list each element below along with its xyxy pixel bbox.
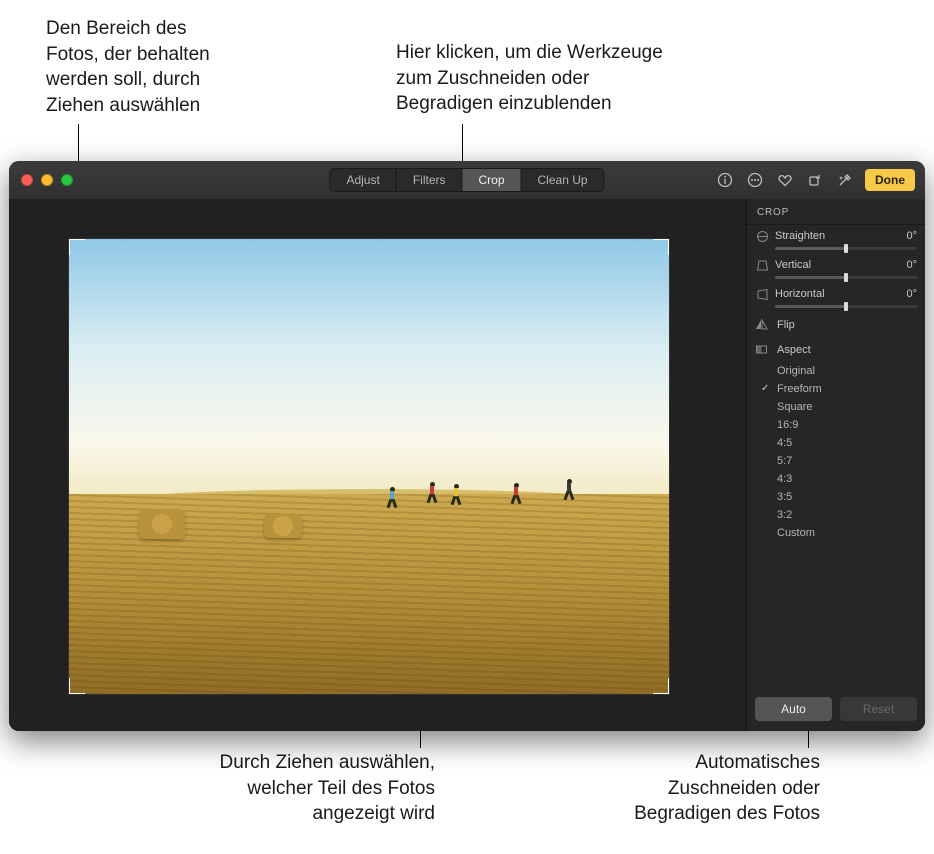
callout-bottom-left: Durch Ziehen auswählen, welcher Teil des… — [155, 750, 435, 827]
auto-crop-button[interactable]: Auto — [755, 697, 832, 721]
aspect-icon — [755, 343, 769, 356]
aspect-label: Aspect — [777, 344, 811, 356]
aspect-option[interactable]: Custom — [777, 524, 925, 542]
rotate-icon[interactable] — [805, 170, 825, 190]
aspect-option[interactable]: 16:9 — [777, 416, 925, 434]
crop-sidebar: CROP Straighten 0° Vertical 0° — [746, 199, 925, 731]
crop-handle-bottom-left[interactable] — [69, 678, 85, 694]
callout-top-left: Den Bereich des Fotos, der behalten werd… — [46, 16, 306, 119]
horizontal-value: 0° — [889, 288, 917, 300]
flip-label: Flip — [777, 319, 795, 331]
crop-handle-top-left[interactable] — [69, 239, 85, 255]
flip-icon — [755, 318, 769, 331]
sidebar-title: CROP — [747, 199, 925, 225]
edit-mode-tabs: Adjust Filters Crop Clean Up — [329, 168, 604, 192]
aspect-option[interactable]: Square — [777, 398, 925, 416]
auto-enhance-icon[interactable] — [835, 170, 855, 190]
titlebar: Adjust Filters Crop Clean Up — [9, 161, 925, 200]
photo-haybale — [264, 514, 302, 538]
photo-figure — [451, 484, 461, 506]
straighten-label: Straighten — [775, 230, 883, 242]
tab-filters[interactable]: Filters — [397, 169, 463, 191]
vertical-perspective-icon — [755, 258, 769, 272]
toolbar-right: Done — [715, 169, 915, 191]
horizontal-slider-row[interactable]: Horizontal 0° — [747, 283, 925, 305]
flip-button[interactable]: Flip — [747, 312, 925, 337]
photo-sky — [69, 239, 669, 512]
tab-cleanup[interactable]: Clean Up — [522, 169, 604, 191]
zoom-window-button[interactable] — [61, 174, 73, 186]
straighten-icon — [755, 229, 769, 243]
photo-haybale — [139, 509, 185, 539]
more-icon[interactable] — [745, 170, 765, 190]
sidebar-footer: Auto Reset — [755, 697, 917, 721]
callout-bottom-right: Automatisches Zuschneiden oder Begradige… — [590, 750, 820, 827]
crop-handle-bottom-right[interactable] — [653, 678, 669, 694]
aspect-option[interactable]: 3:2 — [777, 506, 925, 524]
photo-figure — [427, 482, 437, 504]
aspect-option[interactable]: Original — [777, 362, 925, 380]
aspect-option[interactable]: 3:5 — [777, 488, 925, 506]
photo-figure — [387, 487, 397, 509]
straighten-track[interactable] — [775, 247, 917, 250]
vertical-slider-row[interactable]: Vertical 0° — [747, 254, 925, 276]
close-window-button[interactable] — [21, 174, 33, 186]
canvas-area — [9, 199, 746, 731]
aspect-option[interactable]: 4:5 — [777, 434, 925, 452]
tab-adjust[interactable]: Adjust — [330, 169, 396, 191]
horizontal-track[interactable] — [775, 305, 917, 308]
info-icon[interactable] — [715, 170, 735, 190]
straighten-value: 0° — [889, 230, 917, 242]
aspect-option[interactable]: 4:3 — [777, 470, 925, 488]
aspect-options-list: OriginalFreeformSquare16:94:55:74:33:53:… — [747, 362, 925, 542]
aspect-option[interactable]: 5:7 — [777, 452, 925, 470]
callout-top-right: Hier klicken, um die Werkzeuge zum Zusch… — [396, 40, 756, 117]
straighten-slider-row[interactable]: Straighten 0° — [747, 225, 925, 247]
photo-figure — [511, 483, 521, 505]
annotated-screenshot: Den Bereich des Fotos, der behalten werd… — [0, 0, 934, 854]
crop-handle-top-right[interactable] — [653, 239, 669, 255]
aspect-option[interactable]: Freeform — [777, 380, 925, 398]
vertical-label: Vertical — [775, 259, 883, 271]
done-button[interactable]: Done — [865, 169, 915, 191]
horizontal-perspective-icon — [755, 287, 769, 301]
tab-crop[interactable]: Crop — [462, 169, 521, 191]
window-body: CROP Straighten 0° Vertical 0° — [9, 199, 925, 731]
photo-figure — [564, 479, 574, 501]
aspect-header[interactable]: Aspect — [747, 337, 925, 362]
photo-crop-area[interactable] — [69, 239, 669, 694]
window-controls — [21, 174, 73, 186]
favorite-heart-icon[interactable] — [775, 170, 795, 190]
minimize-window-button[interactable] — [41, 174, 53, 186]
horizontal-label: Horizontal — [775, 288, 883, 300]
photos-edit-window: Adjust Filters Crop Clean Up — [9, 161, 925, 731]
vertical-track[interactable] — [775, 276, 917, 279]
reset-crop-button[interactable]: Reset — [840, 697, 917, 721]
vertical-value: 0° — [889, 259, 917, 271]
